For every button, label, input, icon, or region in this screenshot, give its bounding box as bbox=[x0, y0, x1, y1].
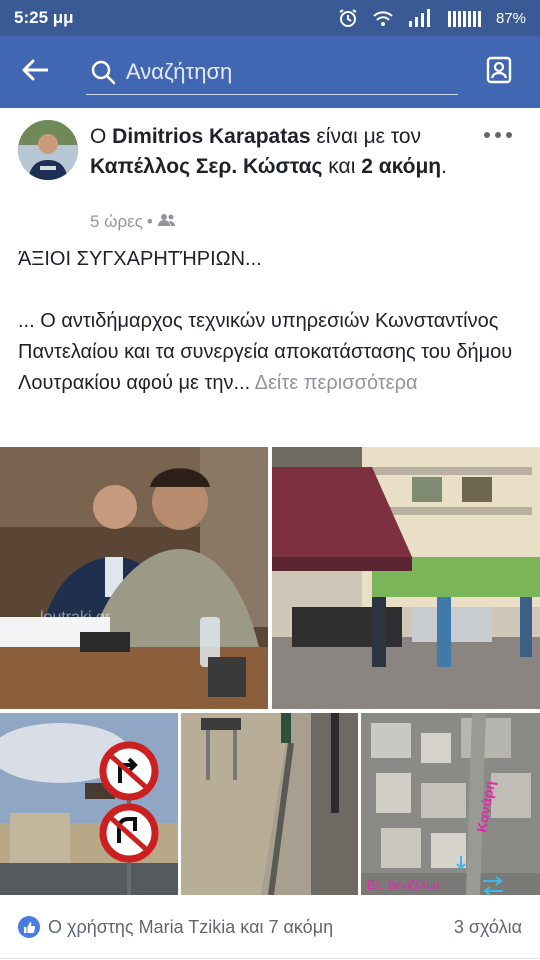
post-body: ΆΞΙΟΙ ΣΥΓΧΑΡΗΤΉΡΙΩΝ... ... Ο αντιδήμαρχο… bbox=[18, 244, 522, 430]
friends-icon bbox=[157, 212, 177, 232]
status-bar: 5:25 μμ 87% bbox=[0, 0, 540, 36]
post-paragraph: ... Ο αντιδήμαρχος τεχνικών υπηρεσιών Κω… bbox=[18, 306, 522, 399]
post-photo[interactable] bbox=[181, 713, 358, 895]
back-button[interactable] bbox=[0, 36, 70, 108]
see-more-link[interactable]: Δείτε περισσότερα bbox=[255, 372, 418, 394]
profile-button[interactable] bbox=[482, 55, 516, 89]
signal-icon bbox=[408, 9, 434, 27]
ellipsis-icon bbox=[483, 118, 513, 145]
post-photo[interactable] bbox=[272, 447, 540, 709]
tagged-user[interactable]: Καπέλλος Σερ. Κώστας bbox=[90, 155, 322, 178]
search-input[interactable] bbox=[118, 58, 458, 85]
post-photo[interactable]: loutraki.gr bbox=[0, 447, 268, 709]
photo-watermark: loutraki.gr bbox=[40, 609, 111, 626]
alarm-icon bbox=[338, 8, 358, 28]
post-meta: 5 ώρες • bbox=[90, 212, 177, 232]
profile-card-icon bbox=[484, 55, 514, 90]
with-text: είναι με τον bbox=[310, 125, 422, 148]
post-time[interactable]: 5 ώρες bbox=[90, 212, 143, 232]
likes-summary[interactable]: Ο χρήστης Maria Tzikia και 7 ακόμη bbox=[48, 917, 333, 938]
author-prefix: Ο bbox=[90, 125, 113, 148]
battery-level: 87% bbox=[495, 9, 526, 27]
status-icons: 87% bbox=[338, 8, 526, 28]
app-bar bbox=[0, 36, 540, 108]
post-photo[interactable] bbox=[0, 713, 178, 895]
search-icon bbox=[90, 58, 118, 86]
signal-icon bbox=[447, 9, 482, 27]
more-options-button[interactable] bbox=[480, 118, 516, 144]
post-card: Ο Dimitrios Karapatas είναι με τον Καπέλ… bbox=[0, 108, 540, 960]
post-author-line: Ο Dimitrios Karapatas είναι με τον Καπέλ… bbox=[90, 122, 470, 182]
post-photo[interactable]: Κανάρη Ελ. Βενιζέλου bbox=[361, 713, 540, 895]
map-label: Ελ. Βενιζέλου bbox=[367, 878, 439, 892]
meta-dot: • bbox=[146, 212, 153, 231]
comments-count[interactable]: 3 σχόλια bbox=[454, 917, 522, 938]
author-name[interactable]: Dimitrios Karapatas bbox=[112, 125, 310, 148]
and-text: και bbox=[322, 155, 362, 178]
wifi-icon bbox=[372, 8, 394, 28]
post-header: Ο Dimitrios Karapatas είναι με τον Καπέλ… bbox=[18, 114, 522, 244]
like-icon bbox=[18, 916, 40, 938]
post-footer: Ο χρήστης Maria Tzikia και 7 ακόμη 3 σχό… bbox=[0, 895, 540, 959]
tagged-others[interactable]: 2 ακόμη bbox=[361, 155, 441, 178]
back-arrow-icon bbox=[22, 59, 49, 86]
clock: 5:25 μμ bbox=[14, 8, 74, 27]
post-paragraph: ΆΞΙΟΙ ΣΥΓΧΑΡΗΤΉΡΙΩΝ... bbox=[18, 248, 262, 270]
avatar[interactable] bbox=[18, 120, 78, 180]
search-bar[interactable] bbox=[86, 49, 458, 95]
period: . bbox=[441, 155, 447, 178]
divider bbox=[0, 958, 540, 959]
